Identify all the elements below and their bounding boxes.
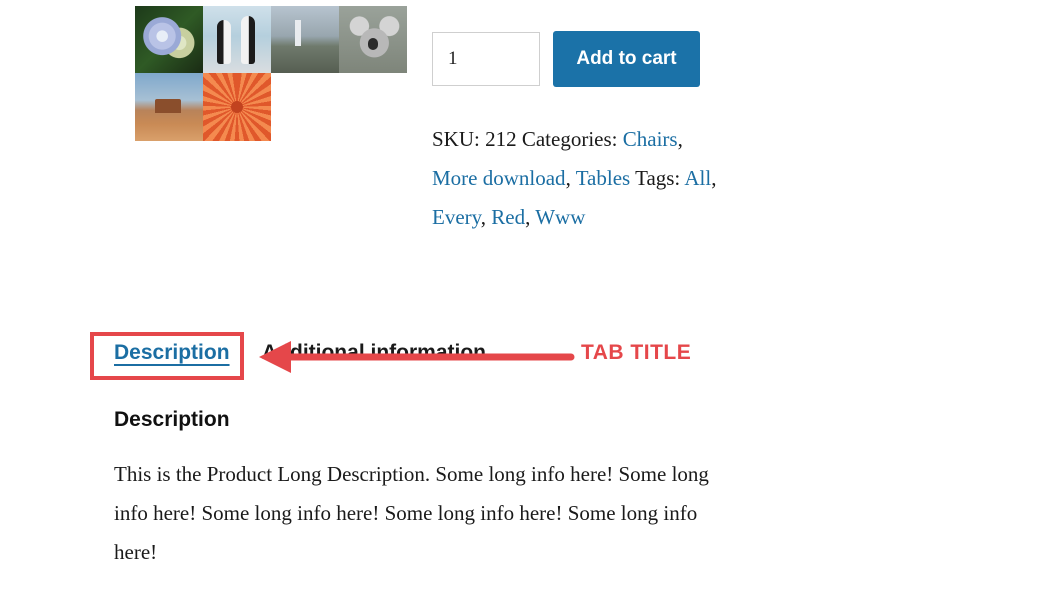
annotation-arrow-head xyxy=(259,341,291,373)
description-body: This is the Product Long Description. So… xyxy=(114,462,709,564)
sku-value: 212 xyxy=(485,127,517,151)
category-link-chairs[interactable]: Chairs xyxy=(623,127,678,151)
tags-label: Tags: xyxy=(635,166,681,190)
category-link-tables[interactable]: Tables xyxy=(576,166,631,190)
tag-link-www[interactable]: Www xyxy=(535,205,585,229)
product-meta: SKU: 212 Categories: Chairs, More downlo… xyxy=(432,127,717,229)
hydrangea-thumbnail[interactable] xyxy=(135,6,203,73)
tag-link-red[interactable]: Red xyxy=(491,205,525,229)
categories-label: Categories: xyxy=(521,127,618,151)
quantity-input[interactable] xyxy=(432,32,540,86)
tab-description[interactable]: Description xyxy=(114,341,230,365)
chrysanthemum-thumbnail[interactable] xyxy=(203,73,271,141)
product-gallery xyxy=(135,6,407,141)
tag-link-all[interactable]: All xyxy=(684,166,711,190)
penguins-thumbnail[interactable] xyxy=(203,6,271,73)
description-heading: Description xyxy=(114,408,230,431)
tab-title-annotation: TAB TITLE xyxy=(581,341,692,364)
annotation-arrow xyxy=(259,341,575,373)
add-to-cart-button[interactable]: Add to cart xyxy=(553,31,700,87)
category-link-more-download[interactable]: More download xyxy=(432,166,566,190)
sku-label: SKU: xyxy=(432,127,480,151)
desert-thumbnail[interactable] xyxy=(135,73,203,141)
tag-link-every[interactable]: Every xyxy=(432,205,481,229)
koala-thumbnail[interactable] xyxy=(339,6,407,73)
lighthouse-thumbnail[interactable] xyxy=(271,6,339,73)
